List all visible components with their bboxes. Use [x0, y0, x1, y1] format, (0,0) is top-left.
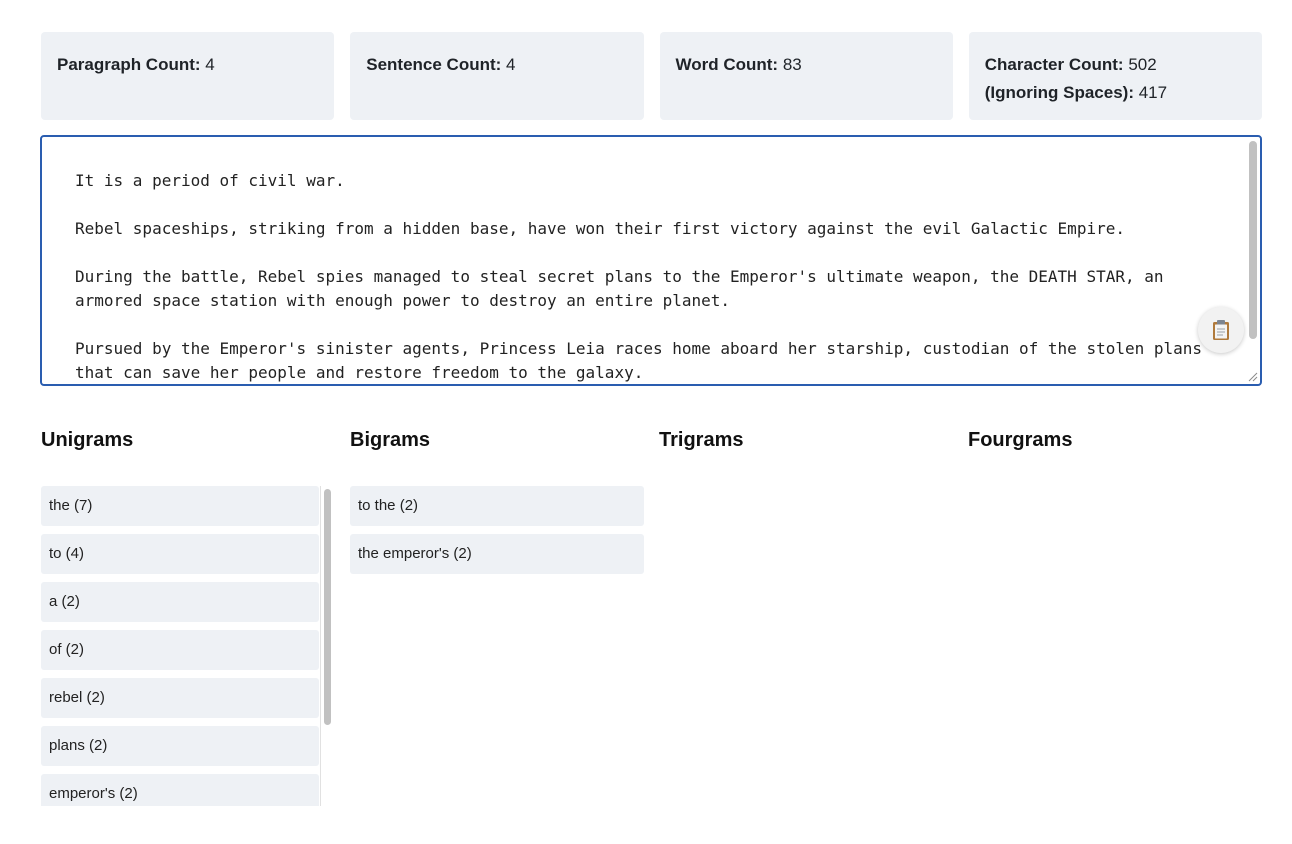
- ignoring-spaces-count: (Ignoring Spaces): 417: [985, 79, 1246, 107]
- unigrams-scroll-thumb[interactable]: [324, 489, 331, 725]
- unigram-item: rebel (2): [41, 678, 319, 718]
- unigram-item: plans (2): [41, 726, 319, 766]
- unigrams-title: Unigrams: [41, 429, 134, 451]
- paragraph-count-label: Paragraph Count:: [57, 55, 201, 74]
- unigram-item: of (2): [41, 630, 319, 670]
- word-count-card: Word Count: 83: [659, 32, 953, 120]
- ignoring-spaces-label: (Ignoring Spaces):: [984, 83, 1134, 102]
- unigram-item: to (4): [41, 534, 319, 574]
- text-editor-container: [40, 135, 1262, 386]
- editor-scrollbar[interactable]: [1247, 139, 1258, 382]
- unigram-item: the (7): [41, 486, 319, 526]
- fourgrams-column: Fourgrams: [968, 426, 1262, 454]
- sentence-count: Sentence Count: 4: [366, 51, 627, 79]
- ignoring-spaces-value: 417: [1138, 83, 1168, 102]
- text-input[interactable]: [42, 137, 1260, 384]
- unigrams-column: Unigrams the (7) to (4) a (2) of (2) reb…: [41, 426, 335, 806]
- character-count-value: 502: [1128, 55, 1157, 74]
- word-count-label: Word Count:: [675, 55, 779, 74]
- paragraph-count: Paragraph Count: 4: [57, 51, 318, 79]
- resize-grip-icon[interactable]: [1246, 370, 1258, 382]
- sentence-count-card: Sentence Count: 4: [350, 32, 644, 120]
- paragraph-count-card: Paragraph Count: 4: [41, 32, 335, 120]
- stats-row: Paragraph Count: 4 Sentence Count: 4 Wor…: [41, 32, 1262, 120]
- unigrams-scrollbar[interactable]: [320, 486, 334, 806]
- bigrams-list: to the (2) the emperor's (2): [350, 486, 644, 582]
- unigram-item: a (2): [41, 582, 319, 622]
- bigram-item: to the (2): [350, 486, 644, 526]
- sentence-count-value: 4: [506, 55, 516, 74]
- character-count-card: Character Count: 502 (Ignoring Spaces): …: [968, 32, 1262, 120]
- word-count-value: 83: [782, 55, 802, 74]
- unigram-item: emperor's (2): [41, 774, 319, 806]
- bigrams-title: Bigrams: [350, 429, 431, 451]
- word-count: Word Count: 83: [676, 51, 937, 79]
- character-count: Character Count: 502: [985, 51, 1246, 79]
- sentence-count-label: Sentence Count:: [366, 55, 502, 74]
- fourgrams-title: Fourgrams: [968, 429, 1073, 451]
- trigrams-column: Trigrams: [659, 426, 953, 454]
- bigrams-column: Bigrams to the (2) the emperor's (2): [350, 426, 644, 574]
- editor-scroll-thumb[interactable]: [1249, 141, 1257, 339]
- paragraph-count-value: 4: [205, 55, 215, 74]
- unigrams-list: the (7) to (4) a (2) of (2) rebel (2) pl…: [41, 486, 335, 806]
- bigram-item: the emperor's (2): [350, 534, 644, 574]
- clipboard-icon: [1213, 320, 1229, 340]
- character-count-label: Character Count:: [984, 55, 1124, 74]
- trigrams-title: Trigrams: [659, 429, 744, 451]
- copy-to-clipboard-button[interactable]: [1198, 307, 1244, 353]
